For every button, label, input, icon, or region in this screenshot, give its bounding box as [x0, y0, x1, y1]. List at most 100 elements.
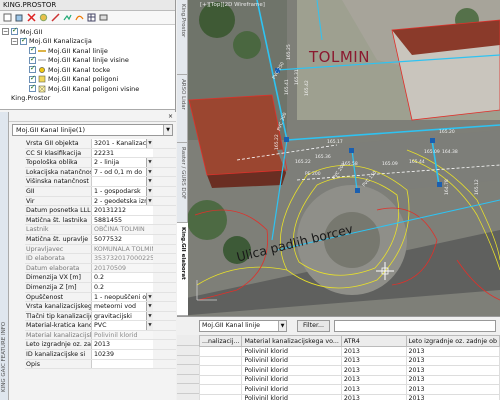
table-icon[interactable]	[87, 13, 96, 22]
chevron-down-icon[interactable]: ▼	[146, 158, 153, 167]
tree-item[interactable]: Moj.GII Kanal linije visine	[2, 55, 173, 66]
property-value-text: 3201 - Kanalizacij	[94, 140, 150, 147]
tree-item[interactable]: Moj.GII Kanal poligoni visine	[2, 83, 173, 94]
chevron-down-icon[interactable]: ▼	[163, 125, 172, 135]
feature-info-side-tab[interactable]: KING GAIC FEATURE INFO	[0, 112, 9, 400]
chevron-down-icon[interactable]: ▼	[146, 302, 153, 311]
chevron-down-icon[interactable]: ▼	[146, 139, 153, 148]
property-value[interactable]: meteorni vod ▼	[91, 302, 153, 311]
property-value-text: 5881455	[94, 216, 123, 224]
property-row: Vir 2 - geodetska izr ▼	[25, 196, 176, 207]
curve-tool-icon[interactable]	[75, 13, 84, 22]
line-tool-icon[interactable]	[51, 13, 60, 22]
property-value[interactable]: 1 - gospodarsk ▼	[91, 186, 153, 196]
row-header[interactable]	[177, 355, 199, 365]
visibility-checkbox[interactable]	[29, 55, 36, 64]
visibility-checkbox[interactable]	[20, 36, 27, 45]
chevron-down-icon[interactable]: ▼	[146, 311, 153, 321]
property-value[interactable]: 7 - od 0,1 m do ▼	[91, 167, 153, 177]
table-row[interactable]: Polivinil klorid 2013 2013	[198, 365, 500, 376]
column-header[interactable]: Leto izgradnje oz. zadnje ob	[405, 335, 500, 347]
column-header[interactable]: ...nalizacij...	[198, 335, 243, 347]
layers-icon[interactable]	[3, 13, 12, 22]
settings-icon[interactable]	[39, 13, 48, 22]
row-header[interactable]	[177, 374, 199, 384]
map-tab[interactable]: ARSO Lidar	[177, 75, 188, 143]
property-value[interactable]: gravitacijski ▼	[91, 311, 153, 321]
visibility-checkbox[interactable]	[29, 45, 36, 55]
property-value[interactable]: 3201 - Kanalizacij ▼	[91, 139, 153, 148]
polyline-tool-icon[interactable]	[63, 13, 72, 22]
property-label: Datum elaborata	[26, 264, 80, 272]
property-value[interactable]: 5077532	[91, 234, 153, 244]
tree-item[interactable]: Moj.GII Kanal linije	[2, 45, 173, 56]
map-tab[interactable]: Raster / GURS DOF	[177, 143, 188, 223]
property-value[interactable]: 2013	[91, 340, 153, 350]
property-value[interactable]: 0.2	[91, 282, 153, 292]
property-row: Dimenzija VX [m] 0.2	[25, 273, 176, 283]
viewport-label[interactable]: [+][Top][2D Wireframe]	[200, 2, 265, 8]
column-header[interactable]: ATR4	[340, 335, 407, 347]
remove-icon[interactable]	[27, 13, 36, 22]
table-row[interactable]: Polivinil klorid 2013 2013	[198, 346, 500, 357]
collapse-icon[interactable]: −	[2, 28, 9, 36]
property-value[interactable]	[91, 359, 153, 369]
tree-item[interactable]: Moj.GII Kanal poligoni	[2, 74, 173, 85]
property-value[interactable]: 10239	[91, 350, 153, 359]
property-value[interactable]: 2 - geodetska izr ▼	[91, 196, 153, 206]
row-header[interactable]	[177, 384, 199, 394]
visibility-checkbox[interactable]	[29, 64, 36, 74]
visibility-checkbox[interactable]	[11, 26, 18, 36]
property-value[interactable]: ▼	[91, 177, 153, 186]
property-value[interactable]: PVC ▼	[91, 321, 153, 330]
map-tab[interactable]: King.Prostor	[177, 0, 188, 75]
layer-select[interactable]: Moj.GII Kanal linije(1) ▼	[12, 124, 173, 136]
visibility-checkbox[interactable]	[29, 74, 36, 83]
map-annotation: PE 200	[305, 172, 321, 177]
table-layer-select[interactable]: Moj.GII Kanal linije ▼	[199, 320, 287, 332]
filter-button[interactable]: Filter...	[297, 320, 331, 332]
property-value[interactable]: 1 - neopuščeni o ▼	[91, 292, 153, 302]
chevron-down-icon[interactable]: ▼	[146, 167, 153, 177]
property-value[interactable]: 2 - linija ▼	[91, 158, 153, 167]
map-annotation: 165.41	[285, 79, 290, 95]
row-header[interactable]	[177, 393, 199, 400]
property-label: Vir	[26, 197, 35, 205]
tree-item[interactable]: − Moj.GII Kanalizacija	[2, 36, 173, 47]
chevron-down-icon[interactable]: ▼	[146, 177, 153, 186]
add-layer-icon[interactable]	[15, 13, 24, 22]
map-tab[interactable]: King.GII elaborat	[177, 223, 188, 316]
table-cell: 2013	[405, 365, 500, 376]
table-row[interactable]: Polivinil klorid 2013 2013	[198, 374, 500, 385]
chevron-down-icon[interactable]: ▼	[146, 292, 153, 302]
property-value[interactable]: 20131212	[91, 206, 153, 215]
property-row: CC SI klasifikacija 22231	[25, 148, 176, 159]
filter-input[interactable]	[334, 320, 496, 332]
feature-info-side-tab-label: KING GAIC FEATURE INFO	[1, 321, 7, 392]
table-row[interactable]: Polivinil klorid 2013 2013	[198, 384, 500, 395]
chevron-down-icon[interactable]: ▼	[146, 321, 153, 330]
chevron-down-icon[interactable]: ▼	[278, 321, 286, 331]
row-header[interactable]	[177, 346, 199, 356]
chevron-down-icon[interactable]: ▼	[146, 196, 153, 206]
tree-item[interactable]: − Moj.GII	[2, 26, 173, 37]
table-row[interactable]: Polivinil klorid 2013 2013	[198, 355, 500, 366]
map-annotation: 165.36	[315, 155, 331, 160]
tree-item[interactable]: Moj.GII Kanal tocke	[2, 64, 173, 75]
chevron-down-icon[interactable]: ▼	[146, 186, 153, 196]
point-icon	[38, 66, 46, 74]
image-icon[interactable]	[99, 13, 108, 22]
collapse-icon[interactable]: −	[11, 37, 18, 45]
visibility-checkbox[interactable]	[29, 83, 36, 93]
property-value[interactable]: 5881455	[91, 215, 153, 225]
row-header[interactable]	[177, 365, 199, 375]
close-icon[interactable]: ×	[168, 113, 173, 120]
property-value[interactable]: 0.2	[91, 273, 153, 282]
map-view[interactable]: TOLMIN Ulica padlih borcev PVC 250 PVC 30…	[177, 0, 500, 316]
tree-item[interactable]: King.Prostor	[2, 94, 173, 104]
map-tab-label: King.Prostor	[180, 4, 186, 38]
property-value[interactable]: 22231	[91, 148, 153, 158]
column-header[interactable]: Material kanalizacijskega vo...	[241, 335, 342, 347]
table-row[interactable]: Polivinil klorid 2013 2013	[198, 393, 500, 400]
property-value-text: 20170509	[94, 264, 127, 272]
